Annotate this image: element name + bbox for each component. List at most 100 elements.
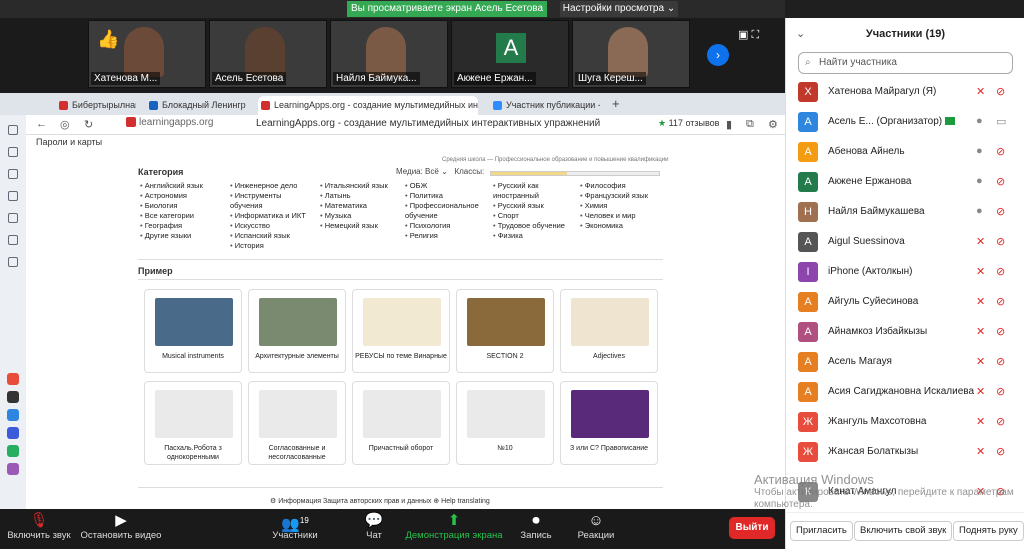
participants-button[interactable]: 👥19 Участники: [268, 512, 322, 541]
category-link[interactable]: Биология: [140, 201, 203, 211]
record-button[interactable]: ⏺ Запись: [516, 512, 556, 541]
browser-tab-active[interactable]: LearningApps.org - создание мультимедийн…: [258, 96, 478, 115]
unmute-button[interactable]: 🎙 Включить звук: [6, 512, 72, 541]
participant-row[interactable]: Ж Жангуль Махсотовна ✕ ⊘: [786, 408, 1024, 438]
downloads-icon[interactable]: [8, 213, 18, 223]
apps-icon[interactable]: [8, 235, 18, 245]
reload-icon[interactable]: ↻: [84, 118, 93, 131]
category-link[interactable]: Другие языки: [140, 231, 203, 241]
participant-row[interactable]: Х Хатенова Майрагул (Я) ✕ ⊘: [786, 78, 1024, 108]
category-link[interactable]: Человек и мир: [580, 211, 648, 221]
notifications-icon[interactable]: [8, 169, 18, 179]
camera-off-icon[interactable]: ⊘: [996, 205, 1005, 218]
category-link[interactable]: Инструменты обучения: [230, 191, 310, 211]
category-link[interactable]: Спорт: [493, 211, 573, 221]
category-link[interactable]: Французский язык: [580, 191, 648, 201]
video-tile[interactable]: Найля Баймука...: [330, 20, 448, 88]
screenshot-icon[interactable]: [8, 257, 18, 267]
app-card[interactable]: Adjectives: [560, 289, 658, 373]
camera-off-icon[interactable]: ⊘: [996, 325, 1005, 338]
shield-icon[interactable]: ◎: [60, 118, 70, 131]
app-card[interactable]: РЕБУСЫ по теме Винарные: [352, 289, 450, 373]
category-link[interactable]: Искусство: [230, 221, 310, 231]
category-link[interactable]: Инженерное дело: [230, 181, 310, 191]
app-card[interactable]: Musical instruments: [144, 289, 242, 373]
leave-button[interactable]: Выйти: [729, 517, 775, 539]
category-link[interactable]: Химия: [580, 201, 648, 211]
app-card[interactable]: З или С? Правописание: [560, 381, 658, 465]
app-card[interactable]: Архитектурные элементы: [248, 289, 346, 373]
camera-off-icon[interactable]: ⊘: [996, 295, 1005, 308]
category-link[interactable]: Немецкий язык: [320, 221, 388, 231]
raise-hand-button[interactable]: Поднять руку: [953, 521, 1024, 541]
category-link[interactable]: История: [230, 241, 310, 251]
mic-muted-icon[interactable]: ✕: [976, 355, 985, 368]
camera-off-icon[interactable]: ⊘: [996, 85, 1005, 98]
chat-button[interactable]: 💬 Чат: [356, 512, 392, 541]
category-link[interactable]: ОБЖ: [405, 181, 485, 191]
browser-tab[interactable]: Бибертырылнайте И.Л...: [56, 96, 136, 115]
category-link[interactable]: Русский как иностранный: [493, 181, 573, 201]
camera-off-icon[interactable]: ⊘: [996, 145, 1005, 158]
media-filter[interactable]: Медиа: Всё ⌄ Классы:: [396, 167, 484, 176]
add-app-icon[interactable]: [7, 445, 19, 457]
mic-icon[interactable]: ●: [976, 175, 983, 187]
camera-off-icon[interactable]: ⊘: [996, 445, 1005, 458]
mic-icon[interactable]: ●: [976, 145, 983, 157]
history-icon[interactable]: [8, 125, 18, 135]
category-link[interactable]: Религия: [405, 231, 485, 241]
stop-video-button[interactable]: ▶ Остановить видео: [80, 512, 162, 541]
category-link[interactable]: Трудовое обучение: [493, 221, 573, 231]
mic-icon[interactable]: ●: [976, 205, 983, 217]
category-link[interactable]: Латынь: [320, 191, 388, 201]
app-icon[interactable]: [7, 391, 19, 403]
mic-muted-icon[interactable]: ✕: [976, 85, 985, 98]
telegram-app-icon[interactable]: [7, 409, 19, 421]
mic-muted-icon[interactable]: ✕: [976, 235, 985, 248]
category-link[interactable]: Математика: [320, 201, 388, 211]
category-link[interactable]: География: [140, 221, 203, 231]
category-link[interactable]: Экономика: [580, 221, 648, 231]
category-link[interactable]: Политика: [405, 191, 485, 201]
mic-muted-icon[interactable]: ✕: [976, 295, 985, 308]
camera-off-icon[interactable]: ⊘: [996, 355, 1005, 368]
participant-row[interactable]: Н Найля Баймукашева ● ⊘: [786, 198, 1024, 228]
camera-off-icon[interactable]: ⊘: [996, 175, 1005, 188]
participant-row[interactable]: A Айгуль Суйесинова ✕ ⊘: [786, 288, 1024, 318]
app-card[interactable]: SECTION 2: [456, 289, 554, 373]
participant-row[interactable]: A Асель Е... (Организатор) ● ▭: [786, 108, 1024, 138]
favorites-icon[interactable]: [8, 191, 18, 201]
classes-slider[interactable]: [490, 171, 660, 176]
next-page-icon[interactable]: ›: [707, 44, 729, 66]
participant-row[interactable]: A Асия Сагиджановна Искалиева ✕ ⊘: [786, 378, 1024, 408]
category-link[interactable]: Испанский язык: [230, 231, 310, 241]
category-link[interactable]: Философия: [580, 181, 648, 191]
browser-tab[interactable]: Участник публикации - Zoom: [490, 96, 600, 115]
app-card[interactable]: Причастный оборот: [352, 381, 450, 465]
app-icon[interactable]: [7, 463, 19, 475]
app-card[interactable]: Пасхаль.Робота з однокоренными: [144, 381, 242, 465]
app-card[interactable]: Согласованные и несогласованные: [248, 381, 346, 465]
category-link[interactable]: Итальянский язык: [320, 181, 388, 191]
category-link[interactable]: Профессиональное обучение: [405, 201, 485, 221]
bookmark-icon[interactable]: ▮: [726, 118, 732, 131]
back-icon[interactable]: ←: [36, 118, 47, 130]
camera-off-icon[interactable]: ⊘: [996, 385, 1005, 398]
category-link[interactable]: Английский язык: [140, 181, 203, 191]
view-settings-button[interactable]: Настройки просмотра ⌄: [560, 1, 678, 17]
participant-row[interactable]: IiPhone (Актолкын) ✕ ⊘: [786, 258, 1024, 288]
unmute-self-button[interactable]: Включить свой звук: [854, 521, 953, 541]
participant-row[interactable]: A Aigul Suessinova ✕ ⊘: [786, 228, 1024, 258]
camera-off-icon[interactable]: ⊘: [996, 235, 1005, 248]
video-tile[interactable]: A Акжене Ержан...: [451, 20, 569, 88]
category-link[interactable]: Музыка: [320, 211, 388, 221]
mic-muted-icon[interactable]: ✕: [976, 415, 985, 428]
extensions-icon[interactable]: ⧉: [746, 118, 754, 131]
participant-row[interactable]: A Асель Магауя ✕ ⊘: [786, 348, 1024, 378]
footer-links[interactable]: ⚙ Информация Защита авторских прав и дан…: [270, 497, 490, 505]
mic-muted-icon[interactable]: ✕: [976, 265, 985, 278]
participant-row[interactable]: A Айнамкоз Избайкызы ✕ ⊘: [786, 318, 1024, 348]
app-icon[interactable]: [7, 427, 19, 439]
camera-off-icon[interactable]: ⊘: [996, 265, 1005, 278]
category-link[interactable]: Все категории: [140, 211, 203, 221]
